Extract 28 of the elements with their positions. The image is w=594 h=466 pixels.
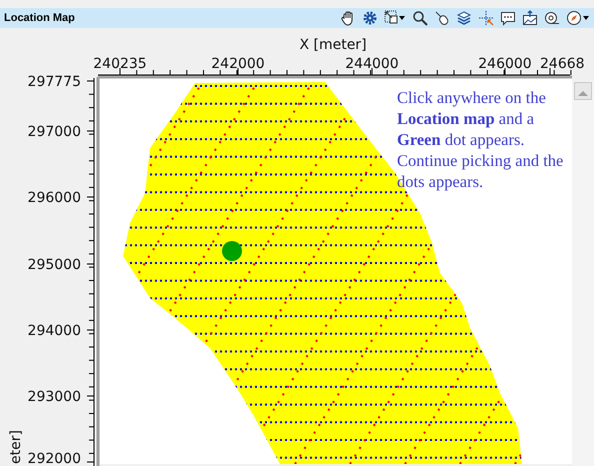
y-axis-label: eter]: [8, 430, 24, 464]
scrollbar[interactable]: [572, 81, 594, 466]
mouse-icon[interactable]: [434, 10, 450, 26]
y-tick-label: 297000: [28, 124, 81, 140]
y-tick-label: 297775: [28, 74, 81, 90]
y-tick-label: 292000: [28, 451, 81, 466]
layers-icon[interactable]: [456, 10, 472, 26]
panel-title: Location Map: [4, 12, 76, 24]
x-tick-label: 24668: [540, 56, 585, 72]
x-tick-label: 244000: [345, 56, 399, 72]
picked-point-marker: [222, 241, 242, 261]
x-tick-label: 242000: [211, 56, 265, 72]
x-tick-label: 246000: [478, 56, 532, 72]
tape-measure-icon[interactable]: [544, 10, 560, 26]
export-image-icon[interactable]: [522, 10, 538, 26]
y-tick-label: 296000: [28, 190, 81, 206]
crosshair-icon[interactable]: [478, 10, 494, 26]
settings-icon[interactable]: [362, 10, 378, 26]
select-box-icon[interactable]: [384, 10, 406, 26]
y-tick-label: 294000: [28, 323, 81, 339]
comment-icon[interactable]: [500, 10, 516, 26]
search-icon[interactable]: [412, 10, 428, 26]
x-tick-label: 240235: [93, 56, 147, 72]
x-axis-label: X [meter]: [299, 37, 367, 53]
up-arrow-icon: [578, 90, 588, 96]
y-tick-label: 293000: [28, 389, 81, 405]
compass-icon[interactable]: [566, 10, 590, 26]
y-tick-label: 295000: [28, 257, 81, 273]
